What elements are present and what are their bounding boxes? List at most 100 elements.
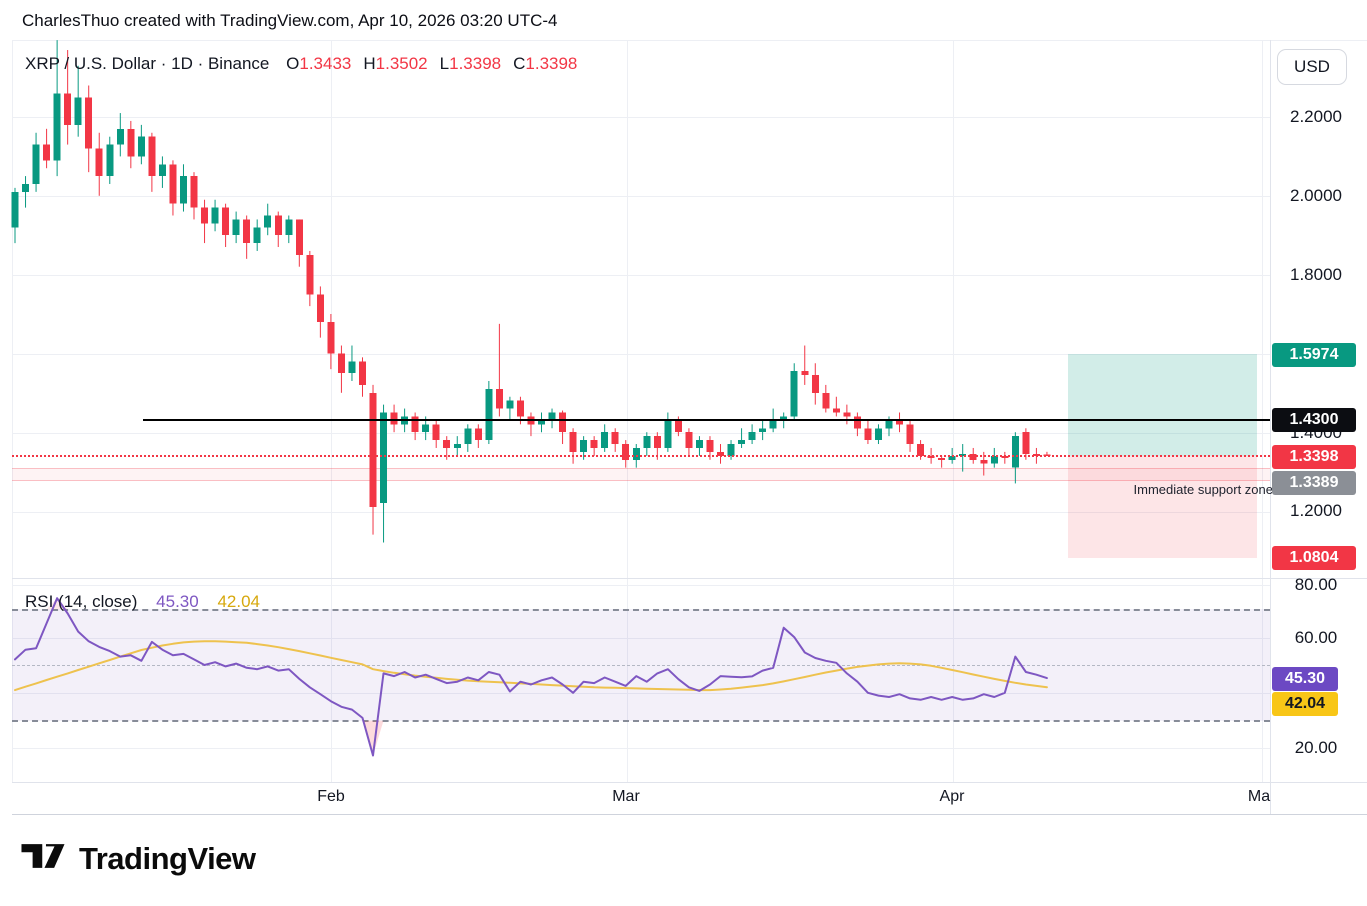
candle-body	[696, 440, 703, 448]
candle-body	[643, 436, 650, 448]
rsi-oversold-line	[12, 720, 1270, 722]
axis-price-label: 60.00	[1270, 628, 1362, 648]
candle-body	[285, 219, 292, 235]
candle-body	[907, 424, 914, 444]
support-band	[12, 468, 1270, 481]
symbol-title[interactable]: XRP / U.S. Dollar · 1D · Binance	[25, 54, 269, 73]
candle-body	[770, 420, 777, 428]
axis-price-label: 2.2000	[1270, 107, 1362, 127]
candle-body	[117, 129, 124, 145]
candle-body	[570, 432, 577, 452]
candle-body	[296, 219, 303, 254]
candle-body	[233, 219, 240, 235]
attribution-text: CharlesThuo created with TradingView.com…	[22, 11, 557, 31]
candle-body	[380, 413, 387, 504]
ohlc-h-label: H	[363, 54, 375, 73]
time-label-feb[interactable]: Feb	[317, 788, 345, 806]
candle-body	[148, 137, 155, 176]
candle-body	[359, 361, 366, 385]
axis-price-label: 1.8000	[1270, 265, 1362, 285]
axis-price-badge: 45.30	[1272, 667, 1338, 691]
axis-price-label: 2.0000	[1270, 186, 1362, 206]
price-gridline	[12, 275, 1270, 276]
time-label-mar[interactable]: Mar	[612, 788, 640, 806]
ohlc-h-value: 1.3502	[376, 54, 428, 73]
candle-body	[591, 440, 598, 448]
candle-body	[75, 97, 82, 125]
axis-price-label: 1.2000	[1270, 501, 1362, 521]
candle-body	[243, 219, 250, 243]
tradingview-logo-icon[interactable]	[20, 839, 66, 878]
candle-body	[54, 93, 61, 160]
rsi-ma-value: 42.04	[217, 592, 260, 611]
candle-body	[801, 371, 808, 375]
candle-body	[517, 401, 524, 417]
axis-price-label: 20.00	[1270, 738, 1362, 758]
price-gridline	[12, 196, 1270, 197]
candle-body	[506, 401, 513, 409]
ohlc-o-value: 1.3433	[299, 54, 351, 73]
candle-body	[864, 428, 871, 440]
rsi-legend-title[interactable]: RSI (14, close)	[25, 592, 137, 611]
candle-body	[622, 444, 629, 460]
resistance-trendline[interactable]	[143, 419, 1270, 421]
time-label-apr[interactable]: Apr	[940, 788, 965, 806]
ohlc-values: O1.3433H1.3502L1.3398C1.3398	[274, 54, 577, 73]
currency-toggle-button[interactable]: USD	[1277, 49, 1347, 85]
candle-body	[64, 93, 71, 125]
symbol-legend: XRP / U.S. Dollar · 1D · Binance O1.3433…	[25, 54, 577, 74]
axis-price-label: 80.00	[1270, 575, 1362, 595]
candle-body	[875, 428, 882, 440]
candle-body	[43, 145, 50, 161]
candle-body	[580, 440, 587, 452]
axis-price-badge: 1.3398	[1272, 445, 1356, 469]
candle-body	[601, 432, 608, 448]
candle-body	[180, 176, 187, 204]
axis-price-badge: 1.3389	[1272, 471, 1356, 495]
candle-body	[348, 361, 355, 373]
candle-body	[759, 428, 766, 432]
candle-body	[464, 428, 471, 444]
pane-separator[interactable]	[12, 578, 1367, 579]
candle-body	[370, 393, 377, 507]
bottom-border	[12, 814, 1367, 815]
candle-body	[675, 420, 682, 432]
candle-body	[475, 428, 482, 440]
candle-body	[201, 208, 208, 224]
rsi-value: 45.30	[156, 592, 199, 611]
candle-body	[264, 216, 271, 228]
candle-body	[454, 444, 461, 448]
candle-body	[664, 420, 671, 448]
candle-body	[317, 294, 324, 322]
rsi-gridline	[12, 748, 1270, 749]
candle-body	[738, 440, 745, 444]
candle-body	[559, 413, 566, 433]
ohlc-l-value: 1.3398	[449, 54, 501, 73]
candle-body	[138, 137, 145, 157]
candle-body	[991, 456, 998, 464]
candle-body	[812, 375, 819, 393]
tradingview-branding[interactable]: TradingView	[20, 839, 256, 878]
ohlc-c-value: 1.3398	[525, 54, 577, 73]
candle-body	[127, 129, 134, 157]
support-zone-annotation: Immediate support zone	[1134, 482, 1273, 497]
candle-body	[685, 432, 692, 448]
pane-top-border	[12, 40, 1367, 41]
candle-body	[843, 413, 850, 417]
candle-body	[338, 353, 345, 373]
rsi-legend: RSI (14, close) 45.30 42.04	[25, 592, 260, 612]
ohlc-c-label: C	[513, 54, 525, 73]
candle-body	[633, 448, 640, 460]
candle-body	[212, 208, 219, 224]
candle-body	[222, 208, 229, 236]
candle-body	[85, 97, 92, 148]
candle-body	[1022, 432, 1029, 454]
candle-body	[33, 145, 40, 184]
axis-price-badge: 1.0804	[1272, 546, 1356, 570]
resistance-target-zone	[1068, 354, 1257, 456]
candle-body	[254, 227, 261, 243]
time-label-ma[interactable]: Ma	[1248, 788, 1270, 806]
price-gridline	[12, 117, 1270, 118]
candle-body	[96, 149, 103, 177]
axis-price-badge: 1.4300	[1272, 408, 1356, 432]
